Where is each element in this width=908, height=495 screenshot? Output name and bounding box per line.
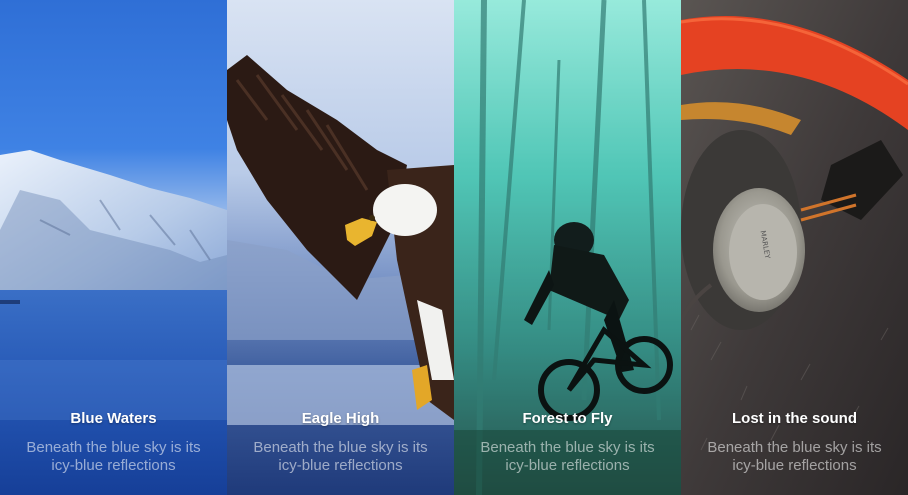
image-gallery: Blue Waters Beneath the blue sky is its …	[0, 0, 908, 495]
gallery-card-lost-in-the-sound[interactable]: MARLEY Lost in the sound Beneath the blu…	[681, 0, 908, 495]
card-description: Beneath the blue sky is its icy-blue ref…	[253, 439, 428, 474]
card-title: Lost in the sound	[732, 410, 857, 427]
card-caption: Blue Waters Beneath the blue sky is its …	[0, 410, 227, 495]
card-caption: Lost in the sound Beneath the blue sky i…	[681, 410, 908, 495]
card-description: Beneath the blue sky is its icy-blue ref…	[707, 439, 882, 474]
card-title: Forest to Fly	[522, 410, 613, 427]
card-title: Blue Waters	[70, 410, 157, 427]
card-description: Beneath the blue sky is its icy-blue ref…	[480, 439, 655, 474]
card-caption: Eagle High Beneath the blue sky is its i…	[227, 410, 454, 495]
card-caption: Forest to Fly Beneath the blue sky is it…	[454, 410, 681, 495]
gallery-card-eagle-high[interactable]: Eagle High Beneath the blue sky is its i…	[227, 0, 454, 495]
gallery-card-blue-waters[interactable]: Blue Waters Beneath the blue sky is its …	[0, 0, 227, 495]
card-description: Beneath the blue sky is its icy-blue ref…	[26, 439, 201, 474]
card-title: Eagle High	[301, 410, 380, 427]
gallery-card-forest-to-fly[interactable]: Forest to Fly Beneath the blue sky is it…	[454, 0, 681, 495]
